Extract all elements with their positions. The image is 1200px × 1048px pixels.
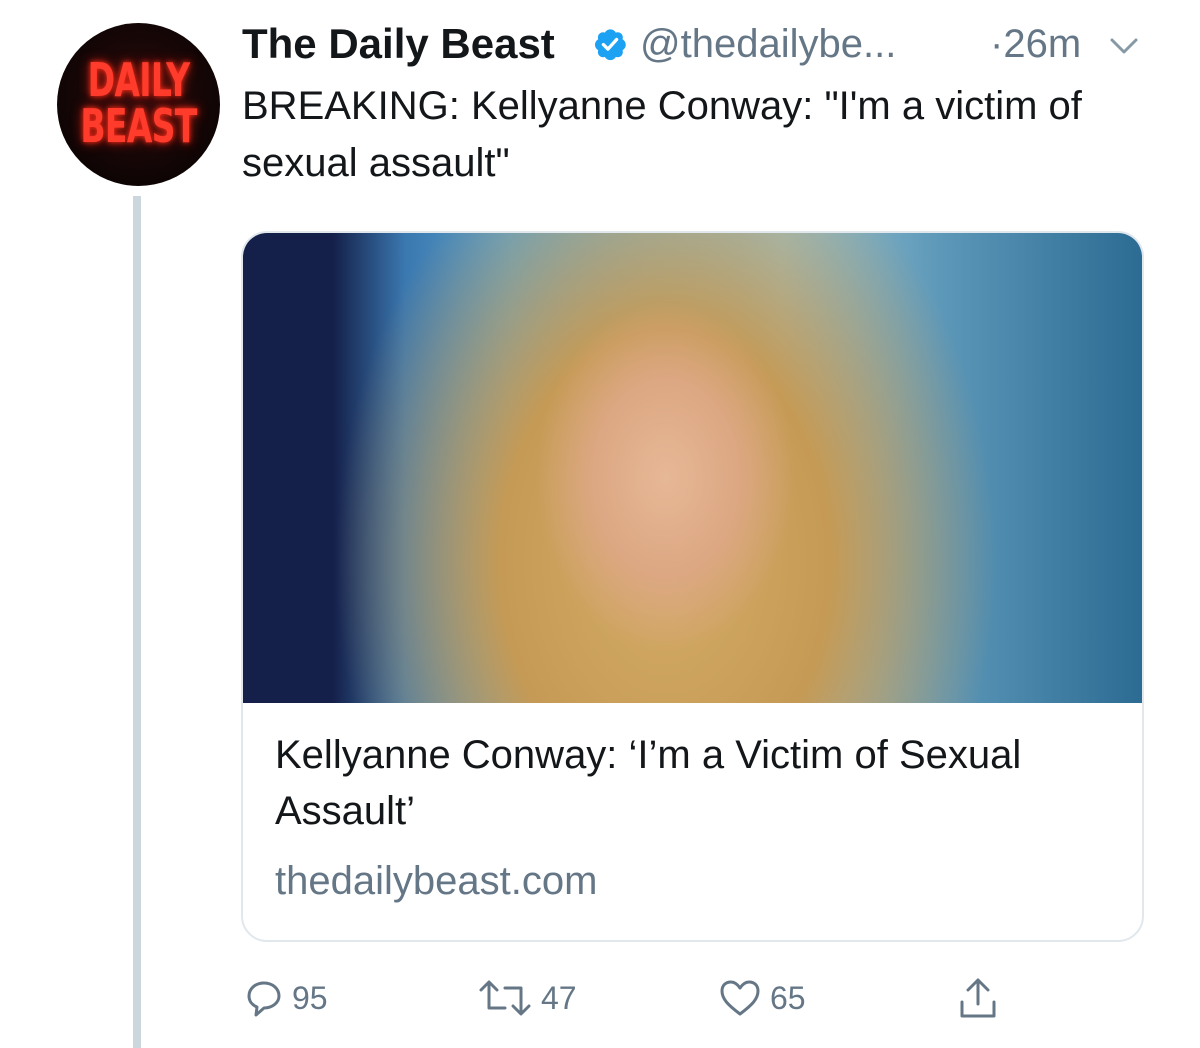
logo-line-2: BEAST — [80, 99, 197, 153]
tweet-header: The Daily Beast @thedailybe... ·26m — [242, 20, 1162, 76]
verified-badge-icon — [595, 29, 626, 61]
avatar[interactable]: DAILY BEAST — [57, 23, 220, 186]
retweet-button[interactable]: 47 — [477, 974, 577, 1022]
reply-count: 95 — [292, 979, 328, 1016]
retweet-count: 47 — [541, 979, 577, 1016]
display-name[interactable]: The Daily Beast — [242, 20, 555, 68]
card-image — [243, 233, 1142, 703]
reply-icon — [247, 981, 281, 1017]
share-icon — [960, 978, 996, 1018]
like-button[interactable]: 65 — [718, 974, 806, 1022]
reply-button[interactable]: 95 — [244, 974, 328, 1022]
logo-line-1: DAILY — [87, 53, 190, 107]
retweet-icon — [479, 980, 531, 1016]
timestamp[interactable]: ·26m — [990, 20, 1081, 68]
tweet-text: BREAKING: Kellyanne Conway: "I'm a victi… — [242, 84, 1082, 185]
card-domain: thedailybeast.com — [275, 859, 598, 903]
card-title: Kellyanne Conway: ‘I’m a Victim of Sexua… — [275, 733, 1022, 833]
thread-line — [133, 196, 141, 1048]
daily-beast-logo: DAILY BEAST — [80, 57, 197, 149]
like-count: 65 — [770, 979, 806, 1016]
heart-icon — [720, 980, 760, 1016]
chevron-down-icon[interactable] — [1108, 34, 1140, 58]
user-handle[interactable]: @thedailybe... — [640, 20, 896, 68]
share-button[interactable] — [956, 974, 1000, 1022]
link-card[interactable]: Kellyanne Conway: ‘I’m a Victim of Sexua… — [241, 231, 1144, 942]
